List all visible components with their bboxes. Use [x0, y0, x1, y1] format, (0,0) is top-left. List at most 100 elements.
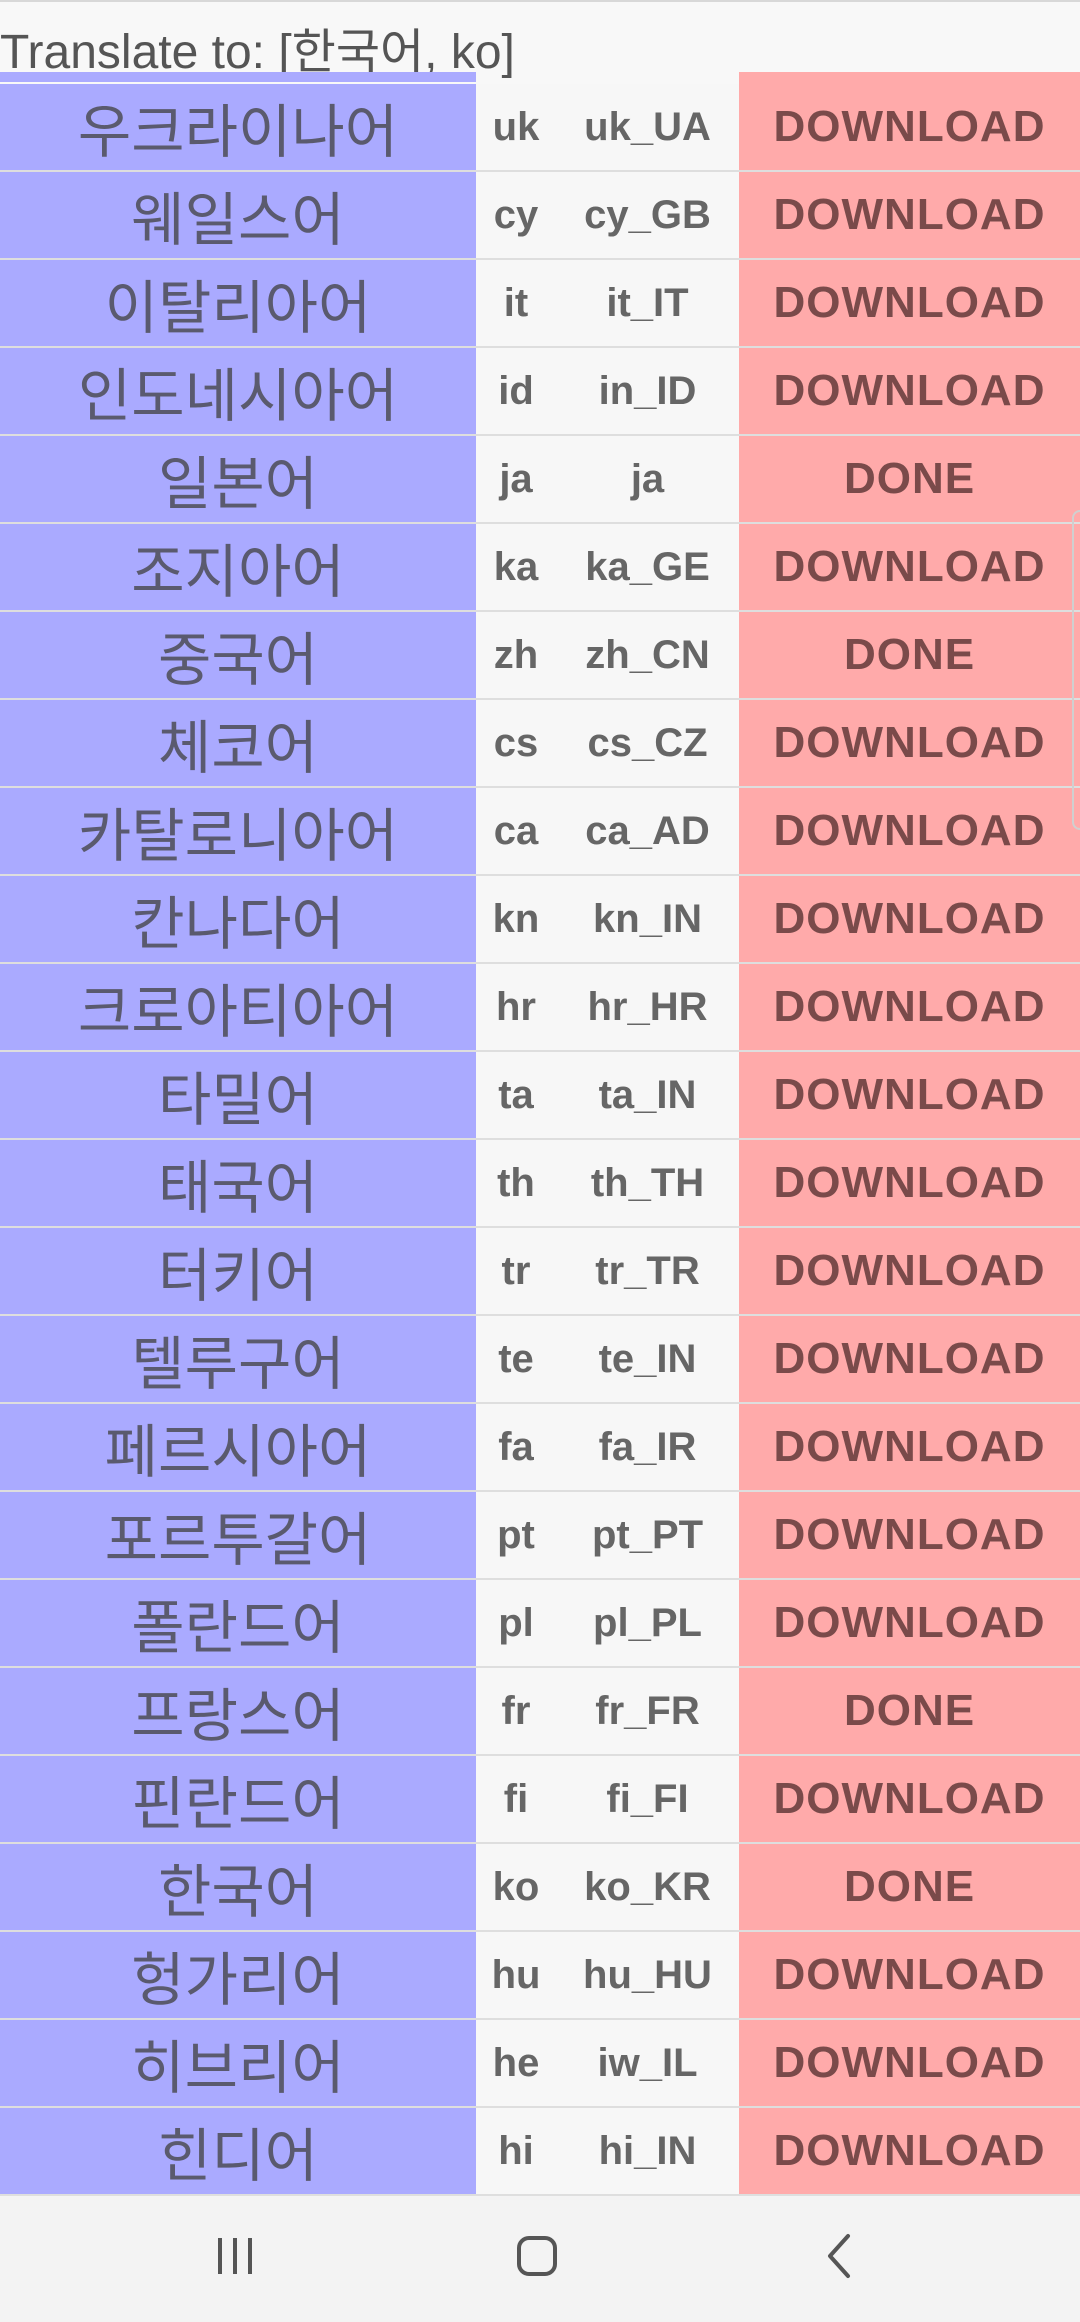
list-item[interactable]: 인도네시아어 id in_ID DOWNLOAD: [0, 348, 1080, 436]
language-code: hu: [476, 1932, 556, 2018]
locale-code: ca_AD: [556, 788, 739, 874]
language-code: kn: [476, 876, 556, 962]
download-button[interactable]: DOWNLOAD: [739, 1404, 1080, 1490]
locale-code: hi_IN: [556, 2108, 739, 2194]
list-item[interactable]: 폴란드어 pl pl_PL DOWNLOAD: [0, 1580, 1080, 1668]
language-code: pt: [476, 1492, 556, 1578]
list-item[interactable]: 중국어 zh zh_CN DONE: [0, 612, 1080, 700]
locale-code: pl_PL: [556, 1580, 739, 1666]
locale-code: fr_FR: [556, 1668, 739, 1754]
list-item[interactable]: 터키어 tr tr_TR DOWNLOAD: [0, 1228, 1080, 1316]
download-button[interactable]: DOWNLOAD: [739, 1140, 1080, 1226]
language-name: 인도네시아어: [0, 348, 476, 434]
list-item[interactable]: 핀란드어 fi fi_FI DOWNLOAD: [0, 1756, 1080, 1844]
locale-code: hu_HU: [556, 1932, 739, 2018]
scroll-handle[interactable]: [1072, 510, 1080, 830]
list-item[interactable]: 히브리어 he iw_IL DOWNLOAD: [0, 2020, 1080, 2108]
language-name: 타밀어: [0, 1052, 476, 1138]
language-name: 태국어: [0, 1140, 476, 1226]
download-button[interactable]: DOWNLOAD: [739, 1228, 1080, 1314]
done-status-button[interactable]: DONE: [739, 1668, 1080, 1754]
language-code: ka: [476, 524, 556, 610]
locale-code: ko_KR: [556, 1844, 739, 1930]
language-name: 카탈로니아어: [0, 788, 476, 874]
locale-code: it_IT: [556, 260, 739, 346]
language-code: cy: [476, 172, 556, 258]
locale-code: ta_IN: [556, 1052, 739, 1138]
language-code: ta: [476, 1052, 556, 1138]
download-button[interactable]: DOWNLOAD: [739, 1492, 1080, 1578]
download-button[interactable]: DOWNLOAD: [739, 2020, 1080, 2106]
language-name: 포르투갈어: [0, 1492, 476, 1578]
list-item[interactable]: 텔루구어 te te_IN DOWNLOAD: [0, 1316, 1080, 1404]
locale-code: ka_GE: [556, 524, 739, 610]
language-name: 폴란드어: [0, 1580, 476, 1666]
done-status-button[interactable]: DONE: [739, 1844, 1080, 1930]
download-button[interactable]: DOWNLOAD: [739, 1756, 1080, 1842]
list-item[interactable]: 포르투갈어 pt pt_PT DOWNLOAD: [0, 1492, 1080, 1580]
download-button[interactable]: DOWNLOAD: [739, 1052, 1080, 1138]
locale-code: fi_FI: [556, 1756, 739, 1842]
list-item[interactable]: 카탈로니아어 ca ca_AD DOWNLOAD: [0, 788, 1080, 876]
download-button[interactable]: DOWNLOAD: [739, 172, 1080, 258]
list-item[interactable]: 한국어 ko ko_KR DONE: [0, 1844, 1080, 1932]
locale-code: tr_TR: [556, 1228, 739, 1314]
done-status-button[interactable]: DONE: [739, 612, 1080, 698]
list-item[interactable]: 프랑스어 fr fr_FR DONE: [0, 1668, 1080, 1756]
name-column-top-strip: [0, 72, 476, 82]
done-status-button[interactable]: DONE: [739, 436, 1080, 522]
language-code: th: [476, 1140, 556, 1226]
language-code: id: [476, 348, 556, 434]
header-bar: Translate to: [한국어, ko]: [0, 0, 1080, 79]
locale-code: iw_IL: [556, 2020, 739, 2106]
download-button[interactable]: DOWNLOAD: [739, 524, 1080, 610]
list-item[interactable]: 일본어 ja ja DONE: [0, 436, 1080, 524]
download-button[interactable]: DOWNLOAD: [739, 876, 1080, 962]
language-code: cs: [476, 700, 556, 786]
language-code: fi: [476, 1756, 556, 1842]
list-item[interactable]: 칸나다어 kn kn_IN DOWNLOAD: [0, 876, 1080, 964]
language-name: 텔루구어: [0, 1316, 476, 1402]
locale-code: kn_IN: [556, 876, 739, 962]
home-icon[interactable]: [477, 2216, 597, 2296]
locale-code: te_IN: [556, 1316, 739, 1402]
language-name: 페르시아어: [0, 1404, 476, 1490]
download-button[interactable]: DOWNLOAD: [739, 1580, 1080, 1666]
list-item[interactable]: 헝가리어 hu hu_HU DOWNLOAD: [0, 1932, 1080, 2020]
download-button[interactable]: DOWNLOAD: [739, 260, 1080, 346]
language-code: it: [476, 260, 556, 346]
language-code: ja: [476, 436, 556, 522]
download-button[interactable]: DOWNLOAD: [739, 964, 1080, 1050]
locale-code: th_TH: [556, 1140, 739, 1226]
language-name: 체코어: [0, 700, 476, 786]
language-name: 터키어: [0, 1228, 476, 1314]
download-button[interactable]: DOWNLOAD: [739, 84, 1080, 170]
language-code: tr: [476, 1228, 556, 1314]
list-item[interactable]: 이탈리아어 it it_IT DOWNLOAD: [0, 260, 1080, 348]
language-name: 힌디어: [0, 2108, 476, 2194]
language-list[interactable]: 우크라이나어 uk uk_UA DOWNLOAD 웨일스어 cy cy_GB DOWNLOAD…: [0, 84, 1080, 2196]
download-button[interactable]: DOWNLOAD: [739, 788, 1080, 874]
recents-icon[interactable]: [175, 2216, 295, 2296]
list-item[interactable]: 웨일스어 cy cy_GB DOWNLOAD: [0, 172, 1080, 260]
list-item[interactable]: 체코어 cs cs_CZ DOWNLOAD: [0, 700, 1080, 788]
list-item[interactable]: 우크라이나어 uk uk_UA DOWNLOAD: [0, 84, 1080, 172]
language-name: 칸나다어: [0, 876, 476, 962]
list-item[interactable]: 페르시아어 fa fa_IR DOWNLOAD: [0, 1404, 1080, 1492]
download-button[interactable]: DOWNLOAD: [739, 2108, 1080, 2194]
language-name: 이탈리아어: [0, 260, 476, 346]
locale-code: in_ID: [556, 348, 739, 434]
language-name: 중국어: [0, 612, 476, 698]
list-item[interactable]: 크로아티아어 hr hr_HR DOWNLOAD: [0, 964, 1080, 1052]
list-item[interactable]: 태국어 th th_TH DOWNLOAD: [0, 1140, 1080, 1228]
list-item[interactable]: 조지아어 ka ka_GE DOWNLOAD: [0, 524, 1080, 612]
download-button[interactable]: DOWNLOAD: [739, 348, 1080, 434]
list-item[interactable]: 힌디어 hi hi_IN DOWNLOAD: [0, 2108, 1080, 2196]
download-button[interactable]: DOWNLOAD: [739, 1932, 1080, 2018]
language-name: 헝가리어: [0, 1932, 476, 2018]
download-button[interactable]: DOWNLOAD: [739, 700, 1080, 786]
download-button[interactable]: DOWNLOAD: [739, 1316, 1080, 1402]
back-icon[interactable]: [780, 2216, 900, 2296]
language-code: hr: [476, 964, 556, 1050]
list-item[interactable]: 타밀어 ta ta_IN DOWNLOAD: [0, 1052, 1080, 1140]
